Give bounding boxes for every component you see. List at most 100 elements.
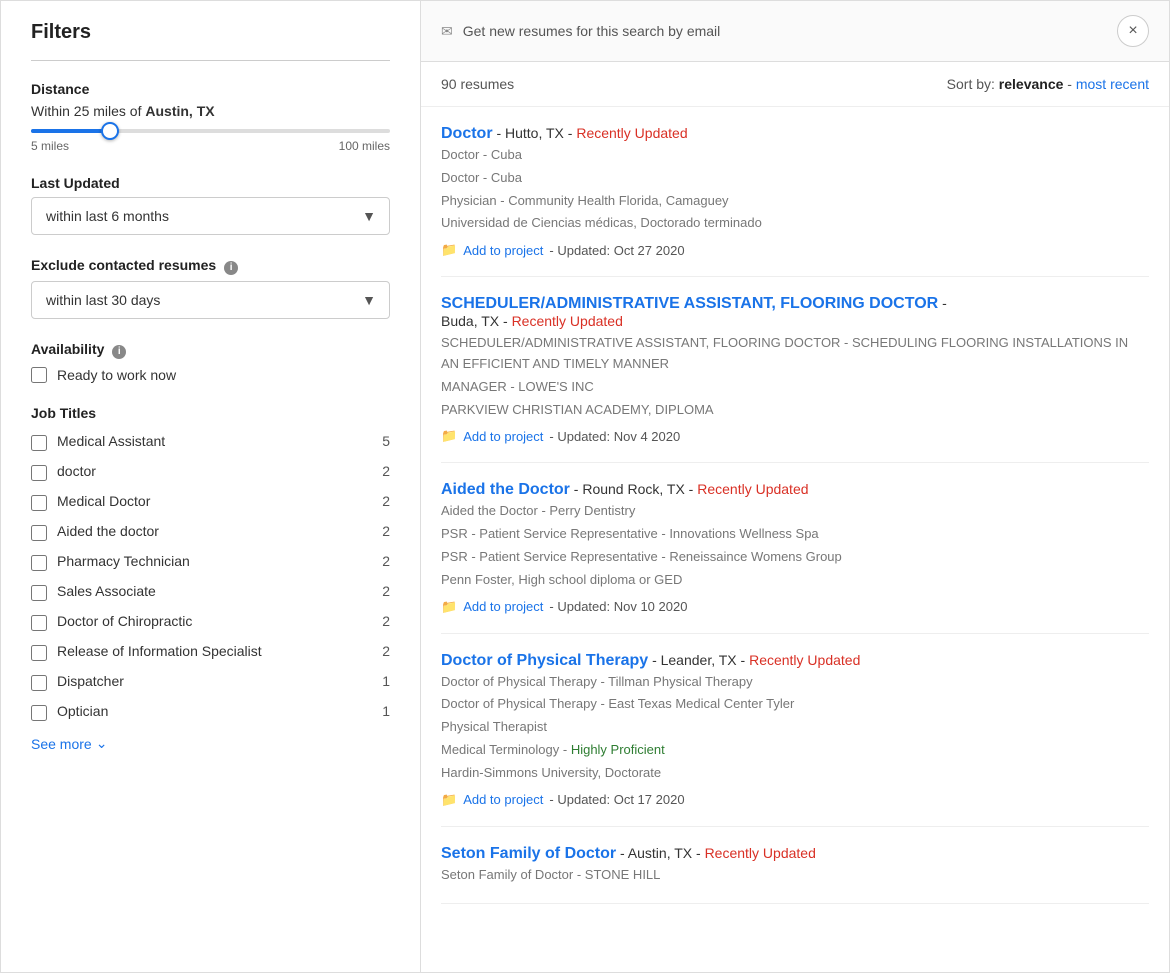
list-item: Medical Doctor 2 <box>31 487 390 517</box>
updated-date-1: - Updated: Nov 4 2020 <box>549 429 680 444</box>
distance-slider-container <box>31 129 390 133</box>
result-location-4: - Austin, TX - <box>620 845 705 861</box>
exclude-contacted-info-icon[interactable]: i <box>224 261 238 275</box>
job-title-name-9: Optician <box>57 703 360 719</box>
list-item: Sales Associate 2 <box>31 577 390 607</box>
result-line-0-2: Physician - Community Health Florida, Ca… <box>441 191 1149 212</box>
result-title-2[interactable]: Aided the Doctor <box>441 481 570 498</box>
add-project-link-2[interactable]: Add to project <box>463 599 543 614</box>
result-title-row-2: Aided the Doctor - Round Rock, TX - Rece… <box>441 481 1149 499</box>
folder-icon-2: 📁 <box>441 599 457 615</box>
result-title-3[interactable]: Doctor of Physical Therapy <box>441 652 648 669</box>
see-more-label: See more <box>31 736 92 752</box>
result-title-1[interactable]: SCHEDULER/ADMINISTRATIVE ASSISTANT, FLOO… <box>441 295 938 312</box>
main-content: ✉ Get new resumes for this search by ema… <box>421 1 1169 972</box>
result-title-0[interactable]: Doctor <box>441 125 493 142</box>
last-updated-label: Last Updated <box>31 175 390 191</box>
job-titles-label: Job Titles <box>31 405 390 421</box>
result-line-2-1: PSR - Patient Service Representative - I… <box>441 524 1149 545</box>
result-line-3-2: Physical Therapist <box>441 717 1149 738</box>
slider-max-label: 100 miles <box>339 139 390 153</box>
result-updated-2: Recently Updated <box>697 481 808 497</box>
result-title-row-1: SCHEDULER/ADMINISTRATIVE ASSISTANT, FLOO… <box>441 295 1149 313</box>
job-title-checkbox-3[interactable] <box>31 525 47 541</box>
email-bar-left: ✉ Get new resumes for this search by ema… <box>441 23 720 40</box>
result-title-4[interactable]: Seton Family of Doctor <box>441 845 616 862</box>
table-row: Aided the Doctor - Round Rock, TX - Rece… <box>441 463 1149 633</box>
job-title-checkbox-9[interactable] <box>31 705 47 721</box>
see-more-link[interactable]: See more ⌄ <box>31 735 107 752</box>
list-item: doctor 2 <box>31 457 390 487</box>
table-row: Seton Family of Doctor - Austin, TX - Re… <box>441 827 1149 905</box>
job-title-count-1: 2 <box>370 463 390 479</box>
availability-filter: Availability i Ready to work now <box>31 341 390 383</box>
job-title-name-3: Aided the doctor <box>57 523 360 539</box>
job-title-checkbox-2[interactable] <box>31 495 47 511</box>
job-title-count-8: 1 <box>370 673 390 689</box>
sort-most-recent-link[interactable]: most recent <box>1076 76 1149 92</box>
last-updated-select-wrapper: within last 6 months within last 30 days… <box>31 197 390 235</box>
add-project-row-3: 📁 Add to project - Updated: Oct 17 2020 <box>441 792 1149 808</box>
result-line-4-0: Seton Family of Doctor - STONE HILL <box>441 865 1149 886</box>
job-title-count-5: 2 <box>370 583 390 599</box>
job-title-name-0: Medical Assistant <box>57 433 360 449</box>
folder-icon-3: 📁 <box>441 792 457 808</box>
job-title-name-4: Pharmacy Technician <box>57 553 360 569</box>
ready-to-work-checkbox-row[interactable]: Ready to work now <box>31 367 390 383</box>
job-title-name-5: Sales Associate <box>57 583 360 599</box>
availability-label: Availability i <box>31 341 390 359</box>
updated-date-3: - Updated: Oct 17 2020 <box>549 792 684 807</box>
add-project-row-2: 📁 Add to project - Updated: Nov 10 2020 <box>441 599 1149 615</box>
result-line-3-0: Doctor of Physical Therapy - Tillman Phy… <box>441 672 1149 693</box>
add-project-row-0: 📁 Add to project - Updated: Oct 27 2020 <box>441 242 1149 258</box>
result-line-0-0: Doctor - Cuba <box>441 145 1149 166</box>
result-title-row-4: Seton Family of Doctor - Austin, TX - Re… <box>441 845 1149 863</box>
list-item: Release of Information Specialist 2 <box>31 637 390 667</box>
last-updated-filter: Last Updated within last 6 months within… <box>31 175 390 235</box>
availability-info-icon[interactable]: i <box>112 345 126 359</box>
result-updated-0: Recently Updated <box>576 125 687 141</box>
list-item: Doctor of Chiropractic 2 <box>31 607 390 637</box>
folder-icon-0: 📁 <box>441 242 457 258</box>
results-count: 90 resumes <box>441 76 514 92</box>
job-title-checkbox-0[interactable] <box>31 435 47 451</box>
close-button[interactable]: × <box>1117 15 1149 47</box>
add-project-link-1[interactable]: Add to project <box>463 429 543 444</box>
job-title-checkbox-7[interactable] <box>31 645 47 661</box>
sort-by-section: Sort by: relevance - most recent <box>947 76 1149 92</box>
job-title-checkbox-6[interactable] <box>31 615 47 631</box>
job-title-name-1: doctor <box>57 463 360 479</box>
table-row: Doctor - Hutto, TX - Recently Updated Do… <box>441 107 1149 277</box>
updated-date-2: - Updated: Nov 10 2020 <box>549 599 687 614</box>
list-item: Aided the doctor 2 <box>31 517 390 547</box>
exclude-contacted-select[interactable]: within last 30 days within last 7 days w… <box>31 281 390 319</box>
job-title-checkbox-1[interactable] <box>31 465 47 481</box>
result-location-3: - Leander, TX - <box>652 652 749 668</box>
result-line-1-2: PARKVIEW CHRISTIAN ACADEMY, DIPLOMA <box>441 400 1149 421</box>
updated-date-0: - Updated: Oct 27 2020 <box>549 243 684 258</box>
result-line-2-3: Penn Foster, High school diploma or GED <box>441 570 1149 591</box>
results-list: Doctor - Hutto, TX - Recently Updated Do… <box>421 107 1169 904</box>
last-updated-select[interactable]: within last 6 months within last 30 days… <box>31 197 390 235</box>
job-title-count-7: 2 <box>370 643 390 659</box>
distance-label: Distance <box>31 81 390 97</box>
email-bar-text: Get new resumes for this search by email <box>463 23 721 39</box>
table-row: SCHEDULER/ADMINISTRATIVE ASSISTANT, FLOO… <box>441 277 1149 463</box>
job-title-checkbox-5[interactable] <box>31 585 47 601</box>
job-title-count-9: 1 <box>370 703 390 719</box>
add-project-link-3[interactable]: Add to project <box>463 792 543 807</box>
result-line-2-0: Aided the Doctor - Perry Dentistry <box>441 501 1149 522</box>
ready-to-work-checkbox[interactable] <box>31 367 47 383</box>
result-line-3-1: Doctor of Physical Therapy - East Texas … <box>441 694 1149 715</box>
job-title-count-3: 2 <box>370 523 390 539</box>
result-location-updated-1: Buda, TX - Recently Updated <box>441 313 1149 329</box>
email-alert-bar: ✉ Get new resumes for this search by ema… <box>421 1 1169 62</box>
job-title-checkbox-8[interactable] <box>31 675 47 691</box>
distance-description: Within 25 miles of Austin, TX <box>31 103 390 119</box>
job-title-name-7: Release of Information Specialist <box>57 643 360 659</box>
result-line-1-1: MANAGER - LOWE'S INC <box>441 377 1149 398</box>
sidebar: Filters Distance Within 25 miles of Aust… <box>1 1 421 972</box>
slider-thumb[interactable] <box>101 122 119 140</box>
job-title-checkbox-4[interactable] <box>31 555 47 571</box>
add-project-link-0[interactable]: Add to project <box>463 243 543 258</box>
